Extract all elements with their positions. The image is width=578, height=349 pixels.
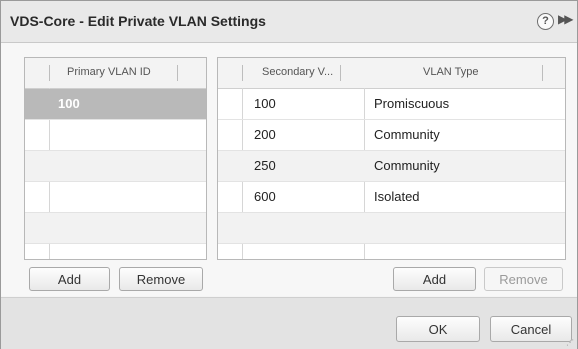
vlan-type-cell: Promiscuous (374, 96, 450, 111)
dialog-title: VDS-Core - Edit Private VLAN Settings (10, 13, 266, 29)
secondary-vlan-grid: Secondary V... VLAN Type 100 Promiscuous… (217, 57, 566, 260)
primary-vlan-id-column-header[interactable]: Primary VLAN ID (67, 66, 151, 78)
column-separator (340, 65, 341, 81)
secondary-vlan-row[interactable]: 100 Promiscuous (218, 89, 565, 120)
add-secondary-vlan-button[interactable]: Add (393, 267, 476, 291)
ok-button[interactable]: OK (396, 316, 480, 342)
column-separator (177, 65, 178, 81)
secondary-grid-header: Secondary V... VLAN Type (218, 58, 565, 89)
vlan-type-cell: Isolated (374, 189, 420, 204)
secondary-vlan-row[interactable]: 600 Isolated (218, 182, 565, 213)
secondary-vlan-row[interactable] (218, 213, 565, 244)
add-primary-vlan-button[interactable]: Add (29, 267, 110, 291)
primary-grid-header: Primary VLAN ID (25, 58, 206, 89)
column-separator (49, 65, 50, 81)
dialog-titlebar: VDS-Core - Edit Private VLAN Settings ? … (1, 1, 577, 43)
primary-vlan-row[interactable] (25, 244, 206, 259)
expand-icon[interactable]: ▶▶ (558, 12, 574, 26)
primary-vlan-id-cell: 100 (58, 96, 80, 111)
secondary-vlan-row[interactable] (218, 244, 565, 259)
primary-vlan-row[interactable] (25, 151, 206, 182)
dialog-footer: OK Cancel ⋰ (1, 297, 577, 349)
primary-vlan-row[interactable] (25, 120, 206, 151)
secondary-vlan-id-cell: 600 (254, 189, 276, 204)
secondary-vlan-row[interactable]: 250 Community (218, 151, 565, 182)
help-icon[interactable]: ? (537, 13, 554, 30)
column-separator (542, 65, 543, 81)
remove-secondary-vlan-button[interactable]: Remove (484, 267, 563, 291)
vlan-type-cell: Community (374, 127, 440, 142)
vlan-type-cell: Community (374, 158, 440, 173)
cancel-button[interactable]: Cancel (490, 316, 572, 342)
secondary-vlan-id-column-header[interactable]: Secondary V... (262, 66, 333, 78)
primary-vlan-row[interactable]: 100 (25, 89, 206, 120)
primary-vlan-grid: Primary VLAN ID 100 (24, 57, 207, 260)
primary-vlan-row[interactable] (25, 213, 206, 244)
column-separator (242, 65, 243, 81)
edit-private-vlan-dialog: VDS-Core - Edit Private VLAN Settings ? … (0, 0, 578, 349)
secondary-vlan-row[interactable]: 200 Community (218, 120, 565, 151)
resize-grip-icon[interactable]: ⋰ (566, 338, 574, 347)
primary-vlan-row[interactable] (25, 182, 206, 213)
secondary-vlan-id-cell: 100 (254, 96, 276, 111)
remove-primary-vlan-button[interactable]: Remove (119, 267, 203, 291)
secondary-vlan-id-cell: 200 (254, 127, 276, 142)
dialog-body: Primary VLAN ID 100 Secondary V... VLAN … (1, 43, 577, 296)
secondary-vlan-id-cell: 250 (254, 158, 276, 173)
vlan-type-column-header[interactable]: VLAN Type (423, 66, 478, 78)
